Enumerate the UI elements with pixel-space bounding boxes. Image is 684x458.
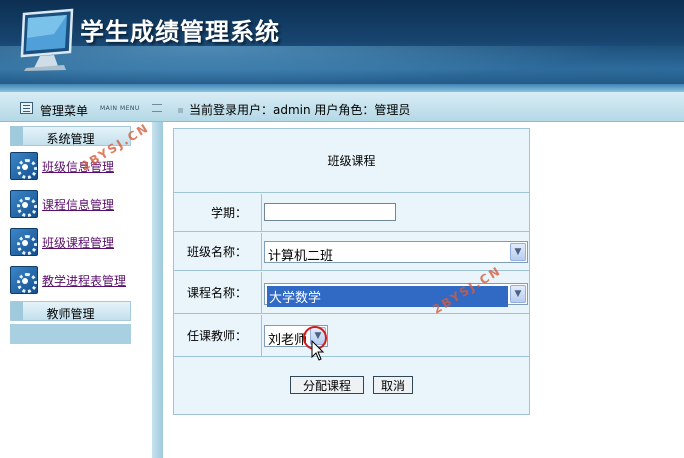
sidebar-item-teaching-schedule[interactable]: 教学进程表管理 xyxy=(10,266,150,294)
group-label: 教师管理 xyxy=(46,307,95,321)
assign-course-button[interactable]: 分配课程 xyxy=(290,376,364,394)
sidebar: 系统管理 班级信息管理 课程信息管理 班级课程管理 教学进程表管理 教师管理 xyxy=(0,122,163,458)
sidebar-item-label[interactable]: 课程信息管理 xyxy=(42,196,114,213)
course-label: 课程名称： xyxy=(174,272,262,313)
sidebar-item-course-info[interactable]: 课程信息管理 xyxy=(10,190,150,218)
row-semester: 学期： xyxy=(174,194,529,232)
monitor-logo-icon xyxy=(20,8,74,71)
row-class: 班级名称： 计算机二班 ▼ xyxy=(174,233,529,271)
gear-icon xyxy=(10,266,38,294)
class-course-form: 班级课程 学期： 班级名称： 计算机二班 ▼ 课程名称： 大学数学 ▼ 任课教师… xyxy=(173,128,530,415)
form-caption: 班级课程 xyxy=(174,129,529,193)
sidebar-group-teacher[interactable]: 教师管理 xyxy=(10,301,131,321)
sidebar-group-body xyxy=(10,324,131,344)
chevron-down-icon[interactable]: ▼ xyxy=(510,285,526,303)
login-info: 当前登录用户：admin 用户角色：管理员 xyxy=(178,101,410,118)
bullet-icon xyxy=(178,108,183,113)
menu-list-icon xyxy=(20,102,33,114)
course-select[interactable]: 大学数学 ▼ xyxy=(264,283,528,307)
header-banner: 学生成绩管理系统 xyxy=(0,0,684,92)
sidebar-item-label[interactable]: 教学进程表管理 xyxy=(42,272,126,289)
cancel-button[interactable]: 取消 xyxy=(373,376,413,394)
teacher-select-value: 刘老师 xyxy=(268,333,308,348)
login-info-text: 当前登录用户：admin 用户角色：管理员 xyxy=(189,103,411,117)
sidebar-item-label[interactable]: 班级课程管理 xyxy=(42,234,114,251)
row-teacher: 任课教师： 刘老师 ▼ xyxy=(174,315,529,357)
class-select-value: 计算机二班 xyxy=(268,249,334,264)
sidebar-edge xyxy=(152,122,163,458)
chevron-down-icon[interactable]: ▼ xyxy=(510,243,526,261)
class-label: 班级名称： xyxy=(174,233,262,270)
semester-input[interactable] xyxy=(264,203,396,221)
menu-subtitle: MAIN MENU xyxy=(100,105,140,112)
menu-toggle-icon[interactable] xyxy=(152,104,162,112)
menu-header: 管理菜单 MAIN MENU xyxy=(0,92,163,122)
gear-icon xyxy=(10,228,38,256)
banner-stripe xyxy=(0,84,684,92)
sidebar-item-class-course[interactable]: 班级课程管理 xyxy=(10,228,150,256)
app-title: 学生成绩管理系统 xyxy=(80,18,280,46)
gear-icon xyxy=(10,190,38,218)
mouse-cursor-icon xyxy=(311,340,325,361)
gear-icon xyxy=(10,152,38,180)
menu-title: 管理菜单 xyxy=(40,104,89,118)
teacher-label: 任课教师： xyxy=(174,315,262,356)
class-select[interactable]: 计算机二班 ▼ xyxy=(264,241,528,264)
semester-label: 学期： xyxy=(174,194,262,231)
